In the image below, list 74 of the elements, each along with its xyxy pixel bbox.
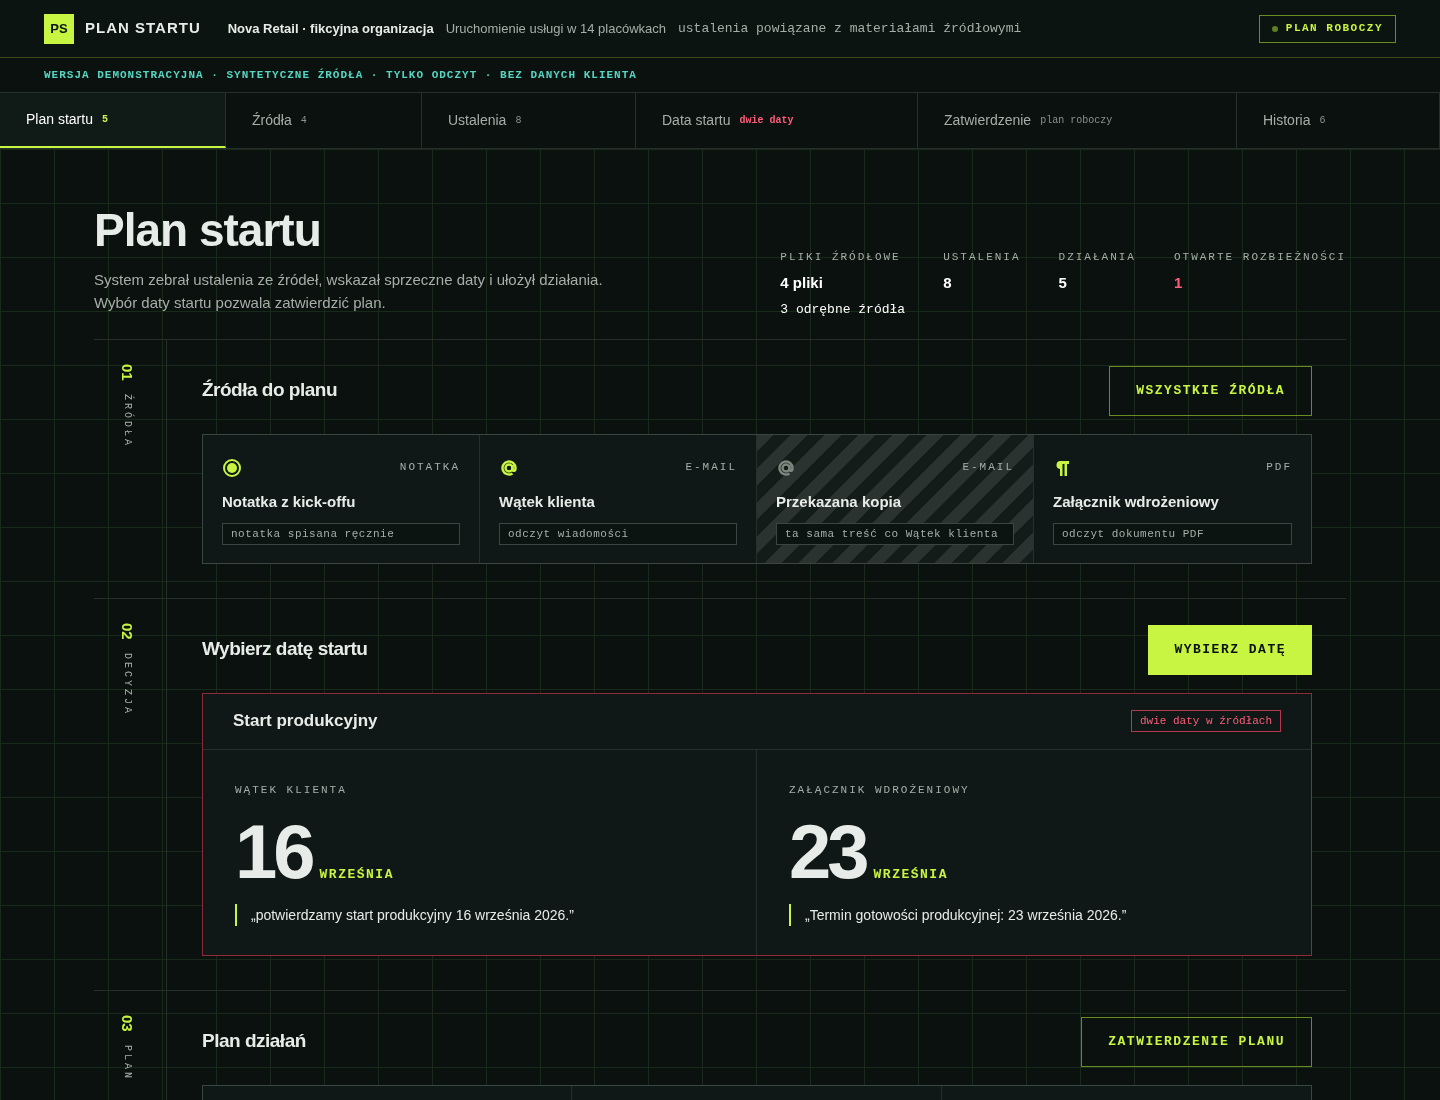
source-type: PDF (1266, 460, 1292, 476)
stat-value: 5 (1058, 272, 1068, 293)
source-type: E-MAIL (962, 460, 1014, 476)
date-option[interactable]: WĄTEK KLIENTA 16 WRZEŚNIA „potwierdzamy start produkcyjny 16 września 2026.” (203, 749, 757, 955)
stat-value: 4 pliki (780, 272, 824, 293)
tab[interactable]: Data startu dwie daty (636, 93, 918, 148)
section-number: 01 (118, 363, 138, 381)
stat-value: 8 (943, 272, 953, 293)
option-source: ZAŁĄCZNIK WDROŻENIOWY (789, 782, 971, 798)
tab-count-label: 4 (300, 114, 307, 128)
action-button[interactable]: WYBIERZ DATĘ (1148, 624, 1312, 675)
conflict-badge: dwie daty w źródłach (1130, 709, 1281, 733)
section-title: Plan działań (202, 1029, 306, 1054)
app-name: PLAN STARTU (85, 18, 201, 39)
stat-note: 3 odrębne źródła (780, 301, 906, 319)
decision-title: Start produkcyjny (233, 710, 378, 733)
source-card[interactable]: NOTATKA Notatka z kick-offu notatka spisana ręcznie (203, 434, 480, 563)
source-title: Notatka z kick-offu (222, 491, 357, 512)
section-title: Wybierz datę startu (202, 637, 368, 662)
tab-count-label: 5 (101, 113, 108, 127)
organization-name: Nova Retail · fikcyjna organizacja (227, 19, 434, 38)
target-icon (222, 457, 242, 478)
action-button[interactable]: WSZYSTKIE ŹRÓDŁA (1109, 365, 1312, 416)
source-card[interactable]: E-MAIL Przekazana kopia ta sama treść co Wątek klienta (757, 434, 1034, 563)
section-tag: DECYZJA (119, 653, 135, 717)
source-type: NOTATKA (399, 460, 460, 476)
stat-label: USTALENIA (943, 250, 1021, 265)
stat-label: PLIKI ŹRÓDŁOWE (780, 249, 902, 265)
source-method-field: odczyt wiadomości (499, 523, 737, 545)
page-title: Plan startu (94, 205, 322, 256)
section-number: 02 (118, 622, 138, 640)
source-quote: „Termin gotowości produkcyjnej: 23 września 2026.” (789, 904, 1279, 926)
section-number: 03 (118, 1014, 138, 1032)
at-sign-icon (499, 459, 519, 476)
stat-label: DZIAŁANIA (1058, 250, 1136, 265)
source-card[interactable]: PDF Załącznik wdrożeniowy odczyt dokumentu PDF (1034, 434, 1311, 563)
source-method-field: ta sama treść co Wątek klienta (776, 523, 1014, 545)
action-button[interactable]: ZATWIERDZENIE PLANU (1081, 1016, 1312, 1067)
source-title: Wątek klienta (499, 491, 596, 512)
tab[interactable]: Zatwierdzenie plan roboczy (918, 93, 1237, 148)
stat-value: 1 (1173, 272, 1184, 293)
tab-count-label: dwie daty (739, 114, 794, 128)
date-month: WRZEŚNIA (319, 865, 394, 884)
source-card[interactable]: E-MAIL Wątek klienta odczyt wiadomości (480, 434, 757, 563)
tab[interactable]: Ustalenia 8 (422, 93, 636, 148)
tab[interactable]: Plan startu 5 (0, 93, 226, 148)
tab[interactable]: Historia 6 (1237, 93, 1440, 148)
logo-badge: PS (44, 13, 74, 44)
project-name: Uruchomienie usługi w 14 placówkach (445, 19, 666, 38)
date-day: 23 (789, 817, 866, 886)
source-type: E-MAIL (685, 460, 737, 476)
tab-count-label: plan roboczy (1040, 114, 1113, 128)
date-month: WRZEŚNIA (873, 865, 948, 884)
tab-count-label: 8 (515, 114, 522, 128)
stat-label: OTWARTE ROZBIEŻNOŚCI (1173, 249, 1346, 265)
source-title: Załącznik wdrożeniowy (1053, 491, 1220, 512)
source-title: Przekazana kopia (776, 491, 903, 512)
section-tag: ŹRÓDŁA (119, 394, 135, 449)
demo-notice-text: WERSJA DEMONSTRACYJNA · SYNTETYCZNE ŹRÓDŁA · TYLKO ODCZYT · BEZ DANYCH KLIENTA (44, 67, 637, 83)
description-text: Wybór daty startu pozwala zatwierdzić plan. (94, 292, 387, 313)
option-source: WĄTEK KLIENTA (235, 782, 348, 798)
source-method-field: odczyt dokumentu PDF (1053, 523, 1292, 545)
source-quote: „potwierdzamy start produkcyjny 16 września 2026.” (235, 904, 724, 926)
context-text: ustalenia powiązane z materiałami źródłowymi (678, 19, 1022, 38)
section-tag: PLAN (119, 1045, 135, 1082)
status-badge: PLAN ROBOCZY (1258, 14, 1396, 43)
date-day: 16 (235, 817, 312, 886)
tab-count-label: 6 (1319, 114, 1326, 128)
description-text: System zebrał ustalenia ze źródeł, wskazał sprzeczne daty i ułożył działania. (94, 269, 603, 290)
at-sign-icon (776, 459, 796, 476)
source-method-field: notatka spisana ręcznie (222, 523, 460, 545)
date-option[interactable]: ZAŁĄCZNIK WDROŻENIOWY 23 WRZEŚNIA „Termin gotowości produkcyjnej: 23 września 2026.” (757, 749, 1311, 955)
tab[interactable]: Źródła 4 (226, 93, 422, 148)
section-title: Źródła do planu (202, 378, 337, 403)
